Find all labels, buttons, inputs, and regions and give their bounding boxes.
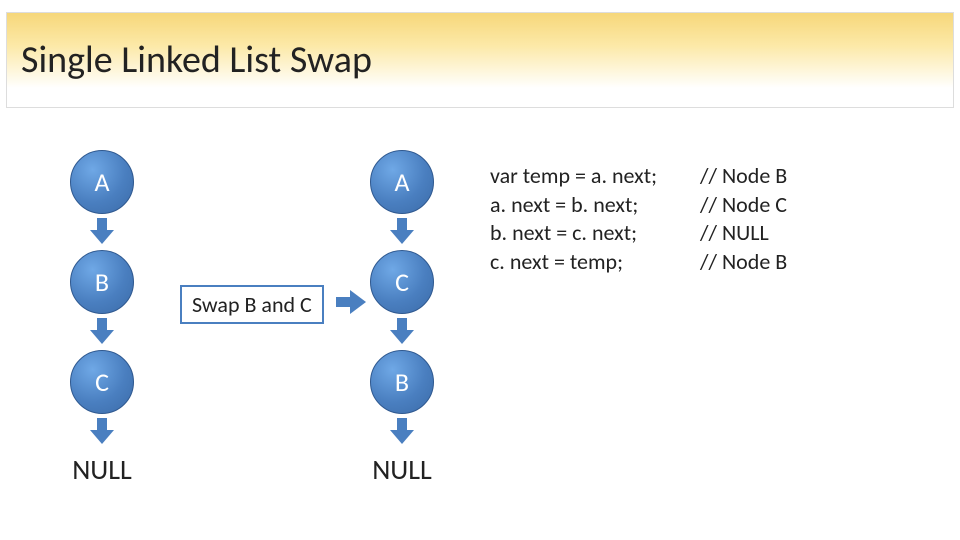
code-stmt: var temp = a. next;: [490, 162, 700, 191]
node-label: A: [394, 166, 409, 198]
node-label: B: [95, 266, 109, 298]
code-comment: // Node B: [700, 248, 787, 277]
swap-label-box: Swap B and C: [180, 285, 324, 324]
arrow-down-icon: [391, 418, 413, 444]
node-a-after: A: [370, 150, 434, 214]
diagram-area: A B C NULL Swap B and C A C B NULL var t…: [0, 140, 960, 540]
node-label: C: [95, 366, 109, 398]
swap-label-text: Swap B and C: [192, 291, 312, 318]
list-before: A B C NULL: [70, 150, 134, 487]
code-comment: // Node B: [700, 162, 787, 191]
code-line: c. next = temp; // Node B: [490, 248, 787, 277]
code-block: var temp = a. next; // Node B a. next = …: [490, 162, 787, 276]
node-c-after: C: [370, 250, 434, 314]
code-comment: // NULL: [700, 219, 769, 248]
code-stmt: c. next = temp;: [490, 248, 700, 277]
code-line: b. next = c. next; // NULL: [490, 219, 787, 248]
node-label: C: [395, 266, 409, 298]
node-label: A: [94, 166, 109, 198]
arrow-down-icon: [391, 318, 413, 344]
title-banner: Single Linked List Swap: [6, 12, 954, 108]
node-c-before: C: [70, 350, 134, 414]
node-a-before: A: [70, 150, 134, 214]
node-b-after: B: [370, 350, 434, 414]
code-stmt: b. next = c. next;: [490, 219, 700, 248]
arrow-down-icon: [391, 218, 413, 244]
arrow-down-icon: [91, 218, 113, 244]
code-line: a. next = b. next; // Node C: [490, 191, 787, 220]
code-stmt: a. next = b. next;: [490, 191, 700, 220]
slide-title: Single Linked List Swap: [21, 37, 372, 83]
node-label: B: [395, 366, 409, 398]
null-before: NULL: [72, 452, 132, 487]
node-b-before: B: [70, 250, 134, 314]
arrow-right-icon: [336, 290, 368, 314]
arrow-down-icon: [91, 418, 113, 444]
list-after: A C B NULL: [370, 150, 434, 487]
code-line: var temp = a. next; // Node B: [490, 162, 787, 191]
arrow-down-icon: [91, 318, 113, 344]
null-after: NULL: [372, 452, 432, 487]
code-comment: // Node C: [700, 191, 787, 220]
